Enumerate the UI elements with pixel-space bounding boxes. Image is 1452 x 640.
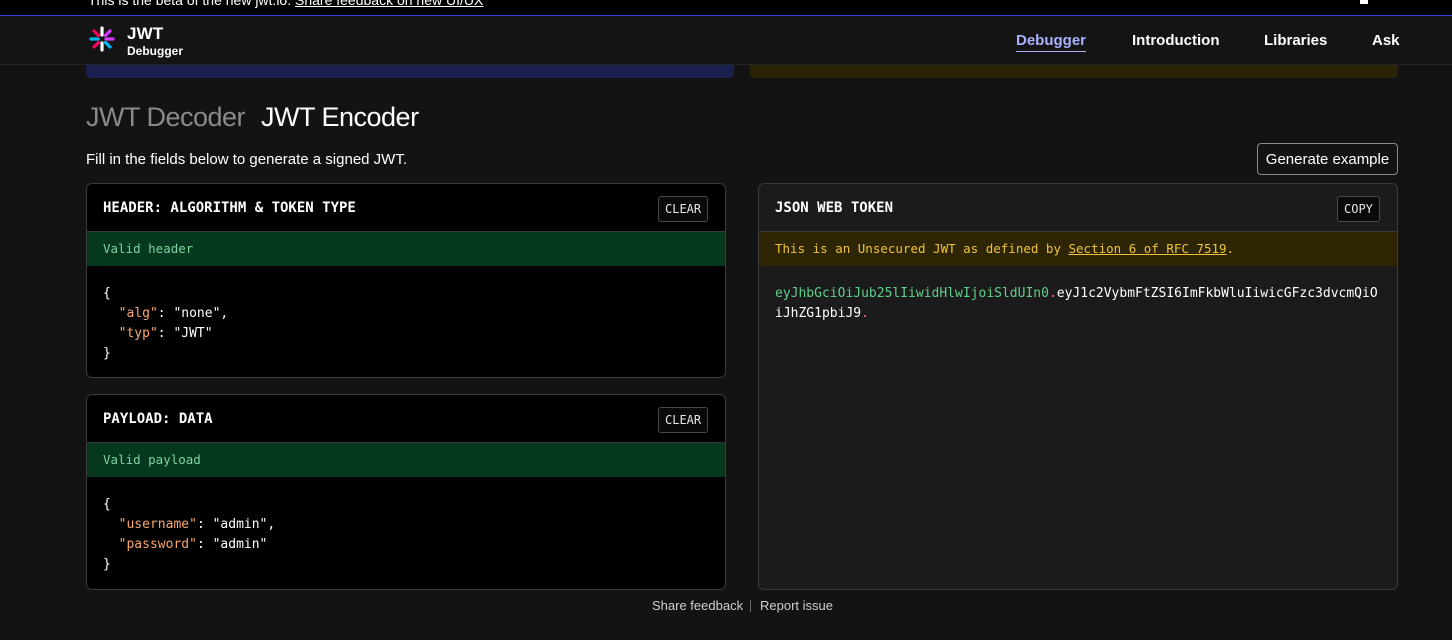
unsecured-warning: This is an Unsecured JWT as defined by S… xyxy=(759,232,1397,266)
scrolled-panel-right xyxy=(750,65,1398,78)
nav-link-debugger[interactable]: Debugger xyxy=(1016,32,1087,52)
payload-clear-button[interactable]: CLEAR xyxy=(658,407,709,433)
json-value: "admin" xyxy=(212,537,268,552)
navbar: JWT Debugger Debugger Introduction Libra… xyxy=(0,16,1452,65)
header-status: Valid header xyxy=(87,232,725,266)
json-comma: , xyxy=(220,306,229,321)
json-brace: { xyxy=(103,497,111,512)
json-value: "none" xyxy=(173,306,221,321)
payload-status: Valid payload xyxy=(87,443,725,477)
header-card: HEADER: ALGORITHM & TOKEN TYPE CLEAR Val… xyxy=(86,183,726,378)
brand-title[interactable]: JWT xyxy=(127,24,163,43)
json-brace: } xyxy=(103,557,111,572)
generate-example-button[interactable]: Generate example xyxy=(1257,143,1398,175)
warning-text: This is an Unsecured JWT as defined by xyxy=(775,241,1069,256)
beta-banner-text: This is the beta of the new jwt.io. Shar… xyxy=(88,0,483,8)
nav-link-introduction[interactable]: Introduction xyxy=(1132,32,1219,50)
header-json-editor[interactable]: { "alg": "none", "typ": "JWT" } xyxy=(103,284,228,364)
json-brace: } xyxy=(103,346,111,361)
token-dot: . xyxy=(1048,286,1057,301)
token-dot: . xyxy=(861,306,869,321)
header-card-header: HEADER: ALGORITHM & TOKEN TYPE CLEAR xyxy=(87,184,725,232)
banner-message: This is the beta of the new jwt.io. xyxy=(88,0,292,8)
tab-jwt-encoder[interactable]: JWT Encoder xyxy=(261,100,419,134)
payload-json-editor[interactable]: { "username": "admin", "password": "admi… xyxy=(103,495,275,575)
report-issue-link[interactable]: Report issue xyxy=(760,598,833,614)
payload-card: PAYLOAD: DATA CLEAR Valid payload { "use… xyxy=(86,394,726,590)
json-key: "typ" xyxy=(118,326,158,341)
banner-feedback-link[interactable]: Share feedback on new UI/UX xyxy=(295,0,483,8)
header-clear-button[interactable]: CLEAR xyxy=(658,196,709,222)
json-value: "JWT" xyxy=(173,326,213,341)
banner-close-icon[interactable] xyxy=(1360,0,1368,4)
warning-suffix: . xyxy=(1226,241,1235,256)
scrolled-panel-left xyxy=(86,65,734,78)
token-card-header: JSON WEB TOKEN COPY xyxy=(759,184,1397,232)
share-feedback-link[interactable]: Share feedback xyxy=(652,598,743,614)
nav-link-ask[interactable]: Ask xyxy=(1372,32,1400,50)
token-card: JSON WEB TOKEN COPY This is an Unsecured… xyxy=(758,183,1398,590)
tab-jwt-decoder[interactable]: JWT Decoder xyxy=(86,100,246,134)
rfc-7519-link[interactable]: Section 6 of RFC 7519 xyxy=(1069,241,1227,256)
token-card-title: JSON WEB TOKEN xyxy=(775,200,894,216)
copy-token-button[interactable]: COPY xyxy=(1337,196,1380,222)
header-card-title: HEADER: ALGORITHM & TOKEN TYPE xyxy=(103,200,356,216)
token-header-segment: eyJhbGciOiJub25lIiwidHlwIjoiSldUIn0 xyxy=(775,286,1049,301)
brand-subtitle[interactable]: Debugger xyxy=(127,44,183,58)
json-value: "admin" xyxy=(212,517,268,532)
encoded-token[interactable]: eyJhbGciOiJub25lIiwidHlwIjoiSldUIn0.eyJ1… xyxy=(775,284,1383,324)
nav-link-libraries[interactable]: Libraries xyxy=(1264,32,1327,50)
json-key: "password" xyxy=(118,537,197,552)
jwt-logo-icon[interactable] xyxy=(89,26,115,52)
footer-divider xyxy=(750,600,751,612)
payload-card-title: PAYLOAD: DATA xyxy=(103,411,213,427)
json-key: "alg" xyxy=(118,306,158,321)
payload-card-header: PAYLOAD: DATA CLEAR xyxy=(87,395,725,443)
json-brace: { xyxy=(103,286,111,301)
json-comma: , xyxy=(267,517,276,532)
encoder-instructions: Fill in the fields below to generate a s… xyxy=(86,151,407,168)
beta-banner: This is the beta of the new jwt.io. Shar… xyxy=(0,0,1452,16)
json-key: "username" xyxy=(118,517,197,532)
